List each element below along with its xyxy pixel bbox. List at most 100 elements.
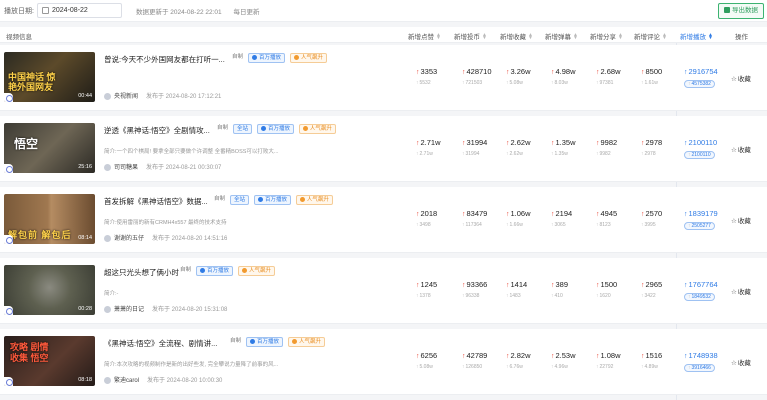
- avatar[interactable]: [104, 234, 111, 242]
- header-danmaku[interactable]: 新增弹幕 ▲ ▼: [545, 31, 578, 41]
- publish-time: 发布于 2024-08-20 14:51:16: [152, 236, 228, 242]
- table-header: 视频信息 新增点赞 ▲ ▼ 新增投币 ▲ ▼ 新增收藏 ▲ ▼ 新增弹幕 ▲ ▼ 新增分享 ▲ ▼ …: [0, 27, 767, 43]
- publish-time: 发布于 2024-08-21 00:30:07: [146, 165, 222, 171]
- table-row[interactable]: 悟空 25:16 逆透《黑神话:悟空》全剧情攻... 自制 全站 百万播放 人气…: [0, 116, 767, 182]
- video-duration: 08:18: [78, 377, 92, 383]
- date-label: 播放日期:: [4, 8, 34, 15]
- play-source-icon: [4, 235, 13, 244]
- header-comments[interactable]: 新增评论 ▲ ▼: [634, 31, 667, 41]
- tag-original: 自制: [230, 338, 242, 344]
- header-plays[interactable]: 新增播放 ▲ ▼: [680, 31, 713, 41]
- avatar[interactable]: [104, 92, 111, 100]
- video-description: 简介:本次攻略的视频制作是新的出好些发, 完全攀说力量降了前事的风...: [104, 362, 279, 368]
- video-thumbnail[interactable]: 解包前 解包后 08:14: [4, 194, 95, 244]
- avatar[interactable]: [104, 163, 111, 171]
- favorite-button[interactable]: ☆收藏: [731, 286, 751, 296]
- header-shares[interactable]: 新增分享 ▲ ▼: [590, 31, 623, 41]
- author-name[interactable]: 谢谢的五仔: [114, 236, 144, 242]
- sort-caret-icon: ▲ ▼: [708, 32, 713, 42]
- author-name[interactable]: 萧萧的日记: [114, 307, 144, 313]
- thumbnail-caption: 攻略 剧情 收集 悟空: [10, 342, 49, 363]
- tag-million-plays: 百万播放: [247, 53, 285, 63]
- sort-caret-icon: ▲ ▼: [662, 32, 667, 42]
- export-button[interactable]: 导出数据: [718, 3, 764, 19]
- video-title[interactable]: 首发拆解《黑神话悟空》数据...: [104, 196, 208, 207]
- video-title[interactable]: 曾说:今天不少外国网友都在打听一...: [104, 54, 225, 65]
- table-row[interactable]: 中国神话 惊艳外国网友 00:44 曾说:今天不少外国网友都在打听一... 自制…: [0, 45, 767, 111]
- video-description: 简介:一个四个棋局! 要拿全部只要做个许调整 全番精BOSS可以打败大...: [104, 149, 279, 155]
- video-thumbnail[interactable]: 悟空 25:16: [4, 123, 95, 173]
- video-title[interactable]: 超这只光头想了俩小时: [104, 267, 179, 278]
- filter-bar: 播放日期: 2024-08-22 数据更新于 2024-08-22 22:01 …: [0, 0, 767, 22]
- favorite-button[interactable]: ☆收藏: [731, 144, 751, 154]
- author-line: 央视新闻 发布于 2024-08-20 17:12:21: [104, 91, 221, 100]
- tag-trending: 人气飙升: [289, 53, 327, 63]
- header-video-info: 视频信息: [6, 34, 32, 41]
- author-line: 萧萧的日记 发布于 2024-08-20 15:31:08: [104, 304, 227, 313]
- play-source-icon: [4, 164, 13, 173]
- tag-million-plays: 百万播放: [245, 337, 283, 347]
- video-tags: 自制 全站 百万播放 人气飙升: [217, 124, 339, 134]
- header-likes[interactable]: 新增点赞 ▲ ▼: [408, 31, 441, 41]
- publish-time: 发布于 2024-08-20 17:12:21: [146, 94, 222, 100]
- star-icon: ☆: [731, 147, 737, 154]
- tag-site: 全站: [232, 124, 252, 134]
- video-description: 简介:使用雷丽的新有CRMH4x557 最终的技术支持: [104, 220, 227, 226]
- play-badge-icon: [260, 125, 266, 131]
- table-row[interactable]: 攻略 剧情 收集 悟空 08:18 《黑神话:悟空》全流程、剧情讲... 自制 …: [0, 329, 767, 395]
- publish-time: 发布于 2024-08-20 10:00:30: [147, 378, 223, 384]
- sort-caret-icon: ▲ ▼: [436, 32, 441, 42]
- avatar[interactable]: [104, 376, 111, 384]
- favorite-button[interactable]: ☆收藏: [731, 357, 751, 367]
- favorite-button[interactable]: ☆收藏: [731, 215, 751, 225]
- fire-badge-icon: [241, 267, 247, 273]
- update-info: 数据更新于 2024-08-22 22:01 每日更新: [136, 6, 269, 16]
- tag-site: 全站: [229, 195, 249, 205]
- fire-badge-icon: [293, 54, 299, 60]
- tag-million-plays: 百万播放: [195, 266, 233, 276]
- favorite-button[interactable]: ☆收藏: [731, 73, 751, 83]
- video-thumbnail[interactable]: 中国神话 惊艳外国网友 00:44: [4, 52, 95, 102]
- video-duration: 00:44: [78, 93, 92, 99]
- video-thumbnail[interactable]: 00:28: [4, 265, 95, 315]
- video-tags: 自制 全站 百万播放 人气飙升: [214, 195, 336, 205]
- header-favorites[interactable]: 新增收藏 ▲ ▼: [500, 31, 533, 41]
- author-line: 谢谢的五仔 发布于 2024-08-20 14:51:16: [104, 233, 227, 242]
- sort-caret-icon: ▲ ▼: [482, 32, 487, 42]
- export-label: 导出数据: [732, 7, 758, 14]
- tag-original: 自制: [217, 125, 229, 131]
- author-name[interactable]: 繁迪carol: [114, 378, 139, 384]
- play-badge-icon: [199, 267, 205, 273]
- sort-caret-icon: ▲ ▼: [528, 32, 533, 42]
- publish-time: 发布于 2024-08-20 15:31:08: [152, 307, 228, 313]
- author-line: 司司糖果 发布于 2024-08-21 00:30:07: [104, 162, 221, 171]
- update-frequency: 每日更新: [233, 9, 260, 16]
- avatar[interactable]: [104, 305, 111, 313]
- sort-caret-icon: ▲ ▼: [618, 32, 623, 42]
- star-icon: ☆: [731, 360, 737, 367]
- video-duration: 08:14: [78, 235, 92, 241]
- video-title[interactable]: 逆透《黑神话:悟空》全剧情攻...: [104, 125, 210, 136]
- table-row[interactable]: 00:28 超这只光头想了俩小时 自制 百万播放 人气飙升 简介:- 萧萧的日记…: [0, 258, 767, 324]
- author-name[interactable]: 央视新闻: [114, 94, 138, 100]
- star-icon: ☆: [731, 289, 737, 296]
- play-badge-icon: [251, 54, 257, 60]
- tag-million-plays: 百万播放: [253, 195, 291, 205]
- tag-trending: 人气飙升: [237, 266, 275, 276]
- video-duration: 00:28: [78, 306, 92, 312]
- author-name[interactable]: 司司糖果: [114, 165, 138, 171]
- star-icon: ☆: [731, 218, 737, 225]
- table-row[interactable]: 解包前 解包后 08:14 首发拆解《黑神话悟空》数据... 自制 全站 百万播…: [0, 187, 767, 253]
- tag-trending: 人气飙升: [298, 124, 336, 134]
- thumbnail-caption: 悟空: [14, 137, 39, 151]
- video-thumbnail[interactable]: 攻略 剧情 收集 悟空 08:18: [4, 336, 95, 386]
- author-line: 繁迪carol 发布于 2024-08-20 10:00:30: [104, 375, 222, 384]
- tag-trending: 人气飙升: [287, 337, 325, 347]
- video-title[interactable]: 《黑神话:悟空》全流程、剧情讲...: [104, 338, 217, 349]
- date-value: 2024-08-22: [52, 7, 88, 14]
- play-badge-icon: [257, 196, 263, 202]
- tag-original: 自制: [214, 196, 226, 202]
- tag-original: 自制: [180, 267, 192, 273]
- date-picker[interactable]: 2024-08-22: [37, 3, 122, 18]
- header-coins[interactable]: 新增投币 ▲ ▼: [454, 31, 487, 41]
